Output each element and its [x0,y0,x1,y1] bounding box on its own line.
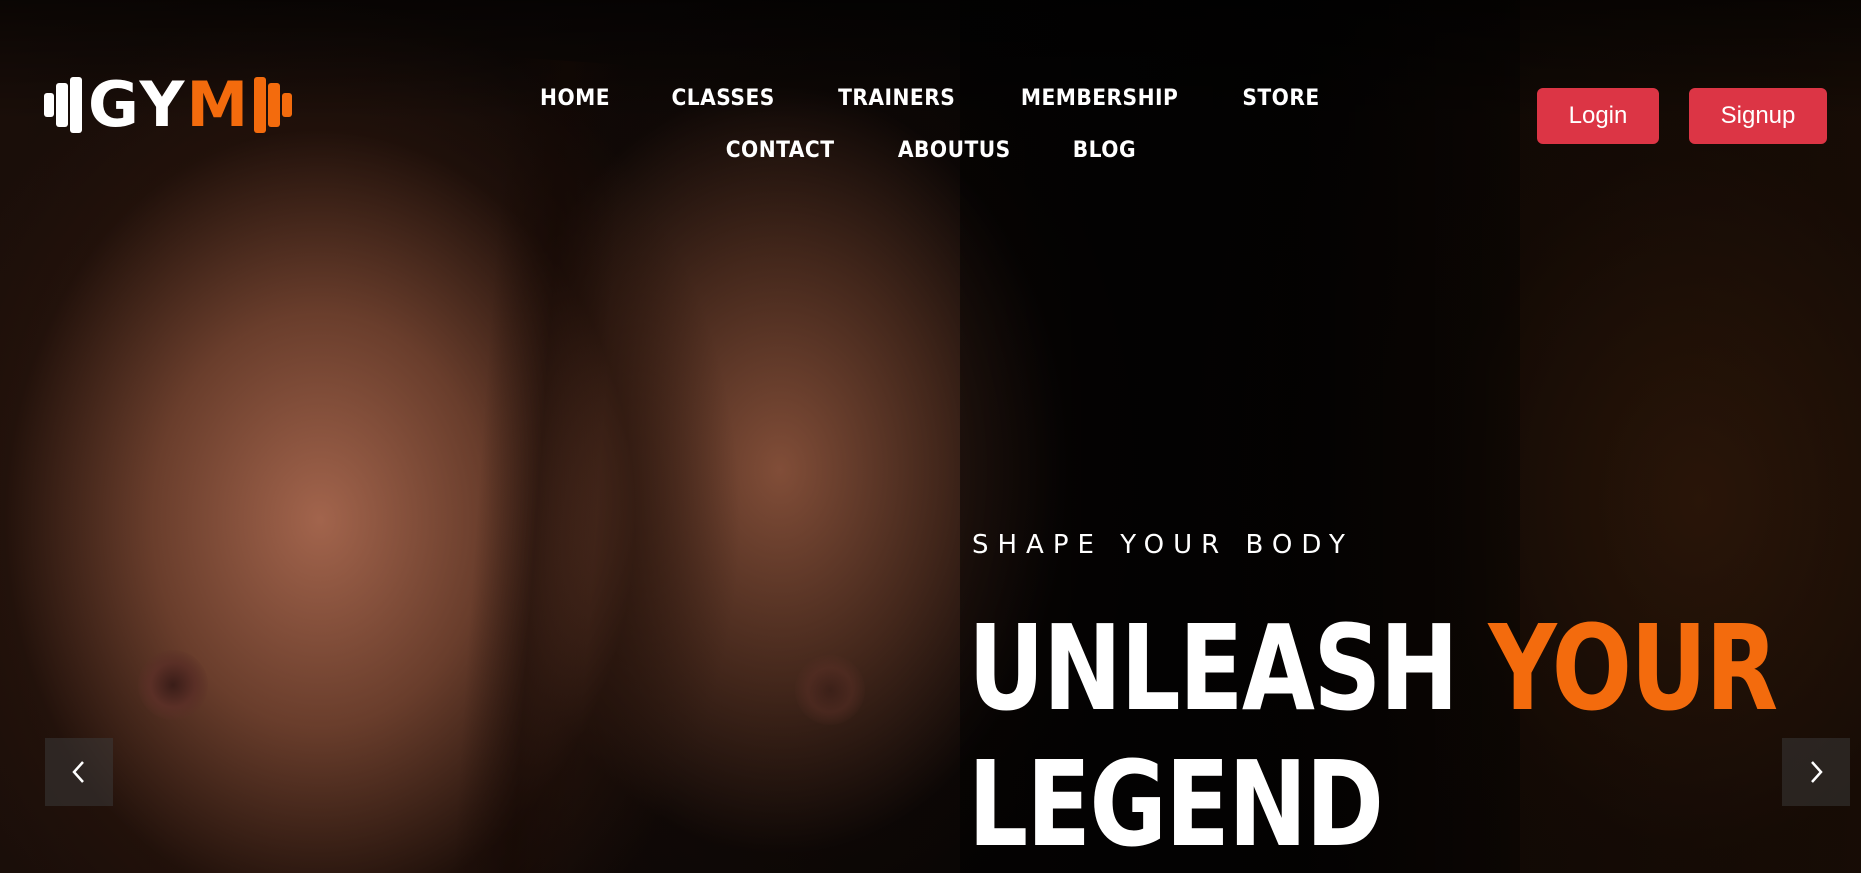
chevron-right-icon [1811,761,1823,783]
hero-image-detail [795,655,865,725]
logo-text-primary: GY [88,68,187,141]
dumbbell-icon [254,77,293,133]
hero-torso-shade [451,56,629,873]
nav-item-home[interactable]: HOME [540,86,610,112]
chevron-left-icon [72,761,84,783]
hero-kicker: SHAPE YOUR BODY [972,530,1354,560]
carousel-prev-button[interactable] [45,738,113,806]
headline-part2: LEGEND [968,735,1384,873]
nav-item-membership[interactable]: MEMBERSHIP [1021,86,1178,112]
dumbbell-icon [44,77,82,133]
brand-logo[interactable]: GY M [44,68,293,141]
login-button[interactable]: Login [1537,88,1659,144]
signup-button[interactable]: Signup [1689,88,1827,144]
hero-section: GY M HOME CLASSES TRAINERS MEMBERSHIP ST… [0,0,1861,873]
headline-part1: UNLEASH [968,599,1489,737]
headline-accent: YOUR [1488,599,1778,737]
nav-item-aboutus[interactable]: ABOUTUS [898,138,1011,164]
nav-item-blog[interactable]: BLOG [1073,138,1136,164]
carousel-next-button[interactable] [1782,738,1850,806]
hero-image-detail [138,650,208,720]
nav-item-contact[interactable]: CONTACT [726,138,835,164]
main-nav: HOME CLASSES TRAINERS MEMBERSHIP STORE C… [500,86,1360,164]
logo-text-accent: M [186,68,251,141]
nav-item-store[interactable]: STORE [1243,86,1320,112]
hero-headline: UNLEASH YOUR LEGEND [968,599,1778,873]
nav-item-classes[interactable]: CLASSES [671,86,774,112]
nav-item-trainers[interactable]: TRAINERS [838,86,955,112]
